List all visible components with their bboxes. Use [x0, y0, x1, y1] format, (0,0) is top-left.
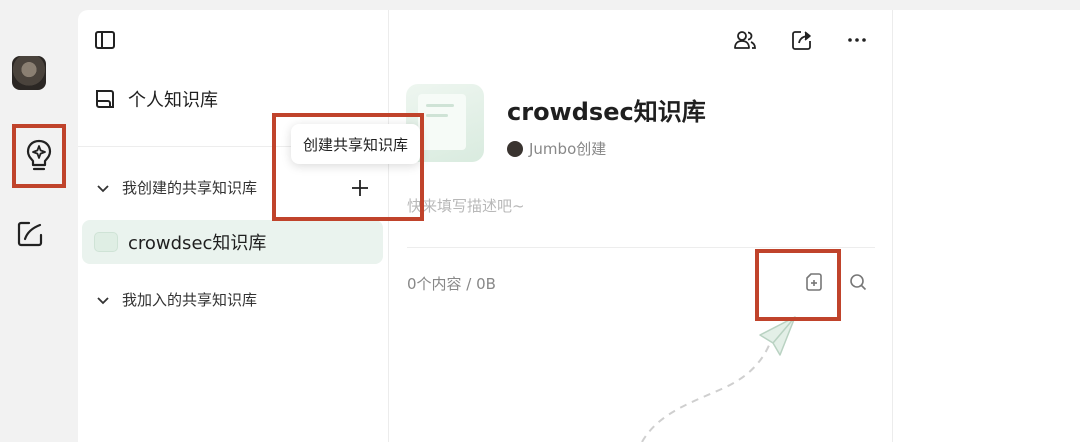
- knowledge-base-nav-button[interactable]: [12, 124, 66, 188]
- joined-shared-group-label: 我加入的共享知识库: [122, 291, 258, 309]
- joined-shared-group-header[interactable]: 我加入的共享知识库: [96, 289, 257, 310]
- paper-plane-illustration: [641, 316, 796, 442]
- share-icon: [792, 31, 811, 50]
- created-shared-group-label: 我创建的共享知识库: [122, 179, 258, 197]
- members-icon: [734, 31, 756, 49]
- avatar[interactable]: [12, 56, 46, 90]
- creator-label: Jumbo创建: [529, 140, 607, 158]
- edit-icon: [17, 221, 43, 247]
- content-divider: [407, 247, 875, 248]
- members-button[interactable]: [731, 26, 759, 54]
- personal-knowledge-base-item[interactable]: 个人知识库: [94, 86, 218, 112]
- write-nav-button[interactable]: [12, 214, 48, 254]
- sidebar-item-crowdsec[interactable]: crowdsec知识库: [82, 220, 383, 264]
- more-button[interactable]: [843, 26, 871, 54]
- highlight-box-create-shared: [272, 113, 424, 221]
- highlight-box-add-content: [755, 249, 841, 321]
- creator-info: Jumbo创建: [507, 138, 606, 159]
- created-shared-group-header[interactable]: 我创建的共享知识库: [96, 177, 257, 198]
- right-empty-area: [892, 10, 1080, 442]
- search-button[interactable]: [846, 270, 870, 294]
- sidebar-toggle-button[interactable]: [93, 28, 117, 52]
- chevron-down-icon: [96, 181, 122, 195]
- share-button[interactable]: [788, 26, 816, 54]
- book-icon: [96, 90, 114, 108]
- sidebar-item-label: crowdsec知识库: [128, 233, 267, 254]
- search-icon: [850, 274, 867, 291]
- creator-avatar: [507, 140, 523, 157]
- chevron-down-icon: [96, 293, 122, 307]
- page-title: crowdsec知识库: [507, 98, 706, 126]
- personal-knowledge-base-label: 个人知识库: [128, 90, 218, 111]
- sidebar-toggle-icon: [95, 31, 115, 49]
- lightbulb-icon: [26, 139, 52, 171]
- more-icon: [848, 38, 866, 42]
- knowledge-base-thumbnail-icon: [94, 232, 118, 252]
- description-input[interactable]: 快来填写描述吧~: [407, 195, 525, 216]
- content-count: 0个内容 / 0B: [407, 275, 496, 293]
